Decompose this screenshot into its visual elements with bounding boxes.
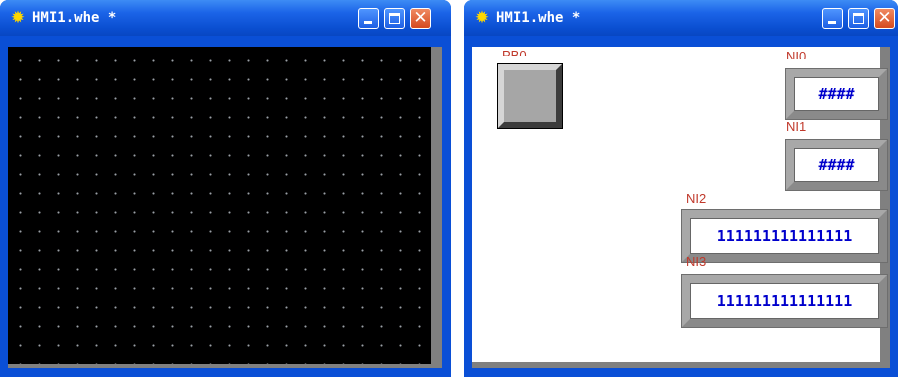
title-bar[interactable]: ✹ HMI1.whe * ✕ <box>0 0 451 36</box>
close-icon: ✕ <box>877 8 892 28</box>
sun-icon: ✹ <box>10 8 26 28</box>
minimize-button[interactable] <box>822 8 843 29</box>
numeric-input-ni0[interactable]: #### <box>786 69 887 119</box>
pb0-label: PB0 <box>502 49 527 56</box>
design-canvas[interactable] <box>8 47 442 368</box>
minimize-icon <box>364 21 372 24</box>
ni3-label: NI3 <box>686 254 707 269</box>
push-button-face <box>504 70 556 122</box>
window-right: ✹ HMI1.whe * ✕ PB0 NI0 #### NI1 #### NI2… <box>464 0 898 377</box>
minimize-button[interactable] <box>358 8 379 29</box>
window-left: ✹ HMI1.whe * ✕ <box>0 0 451 377</box>
ni0-label: NI0 <box>786 50 807 59</box>
maximize-button[interactable] <box>384 8 405 29</box>
numeric-input-ni1[interactable]: #### <box>786 140 887 190</box>
ni1-label: NI1 <box>786 119 807 134</box>
push-button-pb0[interactable] <box>497 63 563 129</box>
window-title: HMI1.whe * <box>496 10 581 26</box>
design-canvas[interactable]: PB0 NI0 #### NI1 #### NI2 11111111111111… <box>472 47 890 368</box>
maximize-button[interactable] <box>848 8 869 29</box>
numeric-input-ni3[interactable]: 111111111111111 <box>682 275 887 327</box>
ni2-label: NI2 <box>686 191 707 206</box>
numeric-input-ni2[interactable]: 111111111111111 <box>682 210 887 262</box>
window-title: HMI1.whe * <box>32 10 117 26</box>
minimize-icon <box>828 21 836 24</box>
close-button[interactable]: ✕ <box>874 8 895 29</box>
close-button[interactable]: ✕ <box>410 8 431 29</box>
maximize-icon <box>853 13 864 24</box>
close-icon: ✕ <box>413 8 428 28</box>
sun-icon: ✹ <box>474 8 490 28</box>
title-bar[interactable]: ✹ HMI1.whe * ✕ <box>464 0 898 36</box>
maximize-icon <box>389 13 400 24</box>
